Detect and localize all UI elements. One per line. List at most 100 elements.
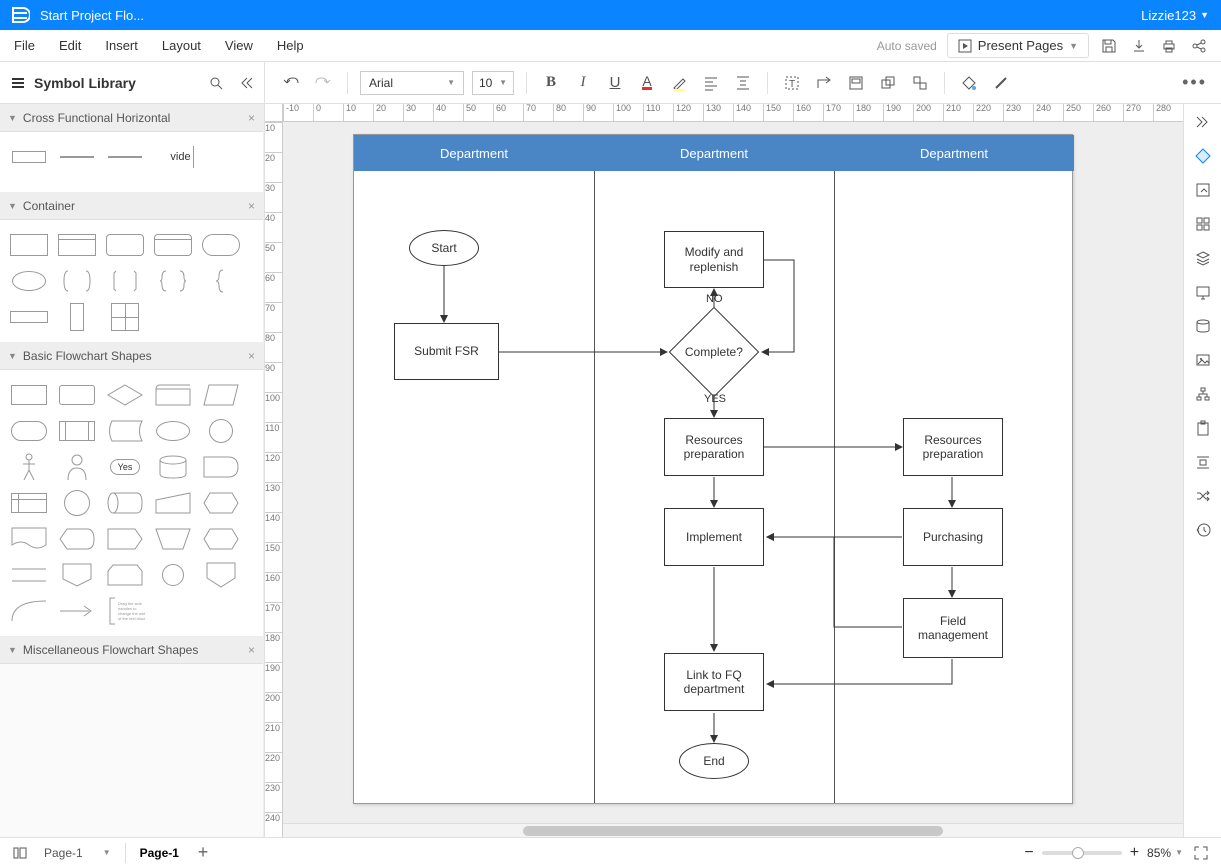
shape-annotation[interactable]: Drag the sidehandles tochange the widtho…	[104, 596, 146, 626]
shape-ellipse-2[interactable]	[152, 416, 194, 446]
page-tab-1[interactable]: Page-1	[126, 842, 193, 864]
history-panel-icon[interactable]	[1191, 518, 1215, 542]
horizontal-scrollbar[interactable]	[283, 823, 1221, 837]
user-menu[interactable]: Lizzie123 ▼	[1137, 8, 1213, 23]
fill-button[interactable]	[957, 71, 981, 95]
download-icon[interactable]	[1129, 36, 1149, 56]
text-tool-button[interactable]: T	[780, 71, 804, 95]
node-implement[interactable]: Implement	[664, 508, 764, 566]
zoom-knob[interactable]	[1072, 847, 1084, 859]
shape-manual-op[interactable]	[152, 524, 194, 554]
layers-panel-icon[interactable]	[1191, 246, 1215, 270]
section-cross-functional[interactable]: ▼Cross Functional Horizontal×	[0, 104, 263, 132]
menu-insert[interactable]: Insert	[93, 38, 150, 53]
shape-display[interactable]	[56, 524, 98, 554]
valign-button[interactable]	[731, 71, 755, 95]
shape-hexagon[interactable]	[200, 488, 242, 518]
node-link-fq[interactable]: Link to FQ department	[664, 653, 764, 711]
shape-column[interactable]	[56, 302, 98, 332]
zoom-label[interactable]: 85%▼	[1147, 846, 1183, 860]
present-panel-icon[interactable]	[1191, 280, 1215, 304]
shuffle-panel-icon[interactable]	[1191, 484, 1215, 508]
shape-process[interactable]	[8, 380, 50, 410]
node-field-management[interactable]: Field management	[903, 598, 1003, 658]
print-icon[interactable]	[1159, 36, 1179, 56]
node-modify-replenish[interactable]: Modify and replenish	[664, 231, 764, 288]
shape-preparation[interactable]	[200, 524, 242, 554]
line-button[interactable]	[989, 71, 1013, 95]
shape-connector[interactable]	[152, 560, 194, 590]
shape-bracket-2[interactable]	[104, 266, 146, 296]
shape-offpage[interactable]	[56, 560, 98, 590]
shape-bracket-1[interactable]	[56, 266, 98, 296]
shape-predefined[interactable]	[56, 416, 98, 446]
image-panel-icon[interactable]	[1191, 348, 1215, 372]
align-button[interactable]	[699, 71, 723, 95]
highlight-button[interactable]	[667, 71, 691, 95]
page-select[interactable]: Page-1▼	[30, 842, 125, 864]
shape-swimlane-3[interactable]	[104, 142, 146, 172]
align-panel-icon[interactable]	[1191, 450, 1215, 474]
shape-stored-data[interactable]	[104, 416, 146, 446]
menu-edit[interactable]: Edit	[47, 38, 93, 53]
page[interactable]: Department Department Department	[353, 134, 1073, 804]
shape-data[interactable]	[200, 380, 242, 410]
shape-container-4[interactable]	[152, 230, 194, 260]
shape-brace[interactable]	[200, 266, 242, 296]
collapse-right-icon[interactable]	[1191, 110, 1215, 134]
zoom-out-button[interactable]: −	[1024, 844, 1033, 862]
font-family-select[interactable]: Arial▼	[360, 71, 464, 95]
node-resources-1[interactable]: Resources preparation	[664, 418, 764, 476]
shape-swimlane-2[interactable]	[56, 142, 98, 172]
collapse-panel-icon[interactable]	[236, 73, 256, 93]
node-purchasing[interactable]: Purchasing	[903, 508, 1003, 566]
app-logo[interactable]	[8, 3, 32, 27]
close-icon[interactable]: ×	[248, 349, 255, 363]
save-icon[interactable]	[1099, 36, 1119, 56]
shape-actor[interactable]	[8, 452, 50, 482]
menu-layout[interactable]: Layout	[150, 38, 213, 53]
shape-bracket-3[interactable]	[152, 266, 194, 296]
shape-process-round[interactable]	[56, 380, 98, 410]
clipboard-panel-icon[interactable]	[1191, 416, 1215, 440]
shape-user[interactable]	[56, 452, 98, 482]
zoom-in-button[interactable]: +	[1130, 844, 1139, 862]
shape-ellipse[interactable]	[8, 266, 50, 296]
apps-panel-icon[interactable]	[1191, 212, 1215, 236]
undo-button[interactable]	[279, 71, 303, 95]
shape-delay[interactable]	[200, 452, 242, 482]
shape-container-3[interactable]	[104, 230, 146, 260]
shape-manual-input[interactable]	[152, 488, 194, 518]
container-tool-button[interactable]	[844, 71, 868, 95]
close-icon[interactable]: ×	[248, 643, 255, 657]
shape-offpage-2[interactable]	[200, 560, 242, 590]
shape-container-5[interactable]	[200, 230, 242, 260]
shape-circle-2[interactable]	[56, 488, 98, 518]
scrollbar-thumb[interactable]	[523, 826, 943, 836]
shape-decision[interactable]	[104, 380, 146, 410]
font-size-select[interactable]: 10▼	[472, 71, 514, 95]
shape-grid[interactable]	[104, 302, 146, 332]
section-basic-flowchart[interactable]: ▼Basic Flowchart Shapes×	[0, 342, 263, 370]
close-icon[interactable]: ×	[248, 111, 255, 125]
node-end[interactable]: End	[679, 743, 749, 779]
shape-document[interactable]	[8, 524, 50, 554]
bold-button[interactable]: B	[539, 71, 563, 95]
data-panel-icon[interactable]	[1191, 314, 1215, 338]
underline-button[interactable]: U	[603, 71, 627, 95]
shape-arc[interactable]	[8, 596, 50, 626]
menu-file[interactable]: File	[2, 38, 47, 53]
present-pages-button[interactable]: Present Pages ▼	[947, 33, 1089, 58]
shape-circle[interactable]	[200, 416, 242, 446]
outline-view-icon[interactable]	[10, 843, 30, 863]
redo-button[interactable]	[311, 71, 335, 95]
export-panel-icon[interactable]	[1191, 178, 1215, 202]
shape-loop-limit[interactable]	[104, 560, 146, 590]
shape-swimlane-1[interactable]	[8, 142, 50, 172]
connector-tool-button[interactable]	[812, 71, 836, 95]
shape-internal-storage[interactable]	[8, 488, 50, 518]
shape-parallel[interactable]	[8, 560, 50, 590]
menu-help[interactable]: Help	[265, 38, 316, 53]
structure-panel-icon[interactable]	[1191, 382, 1215, 406]
shape-cylinder-h[interactable]	[104, 488, 146, 518]
